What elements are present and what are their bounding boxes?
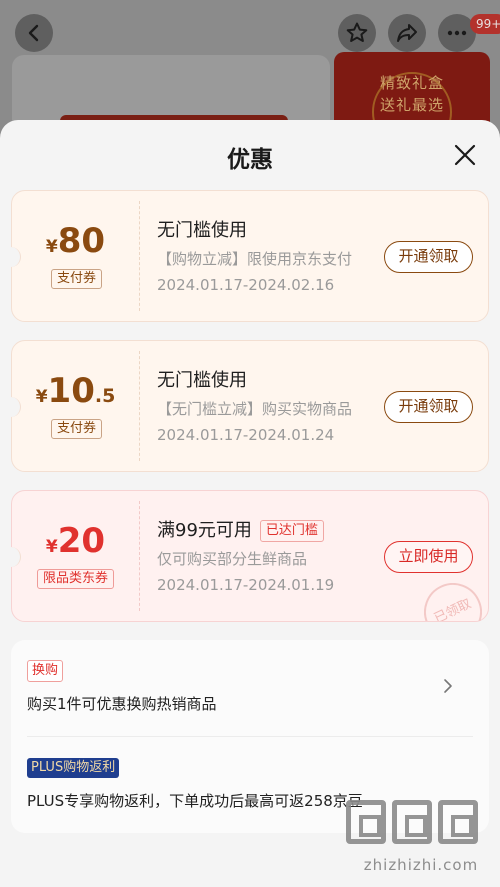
coupon-description: 【购物立减】限使用京东支付: [157, 250, 353, 268]
coupon-title: 无门槛使用: [157, 370, 247, 391]
watermark-text: zhizhizhi.com: [363, 856, 479, 874]
chevron-right-icon: [444, 679, 452, 693]
coupon-validity: 2024.01.17-2024.01.24: [157, 426, 335, 444]
coupon-description: 【无门槛立减】购买实物商品: [157, 400, 353, 418]
share-button[interactable]: [388, 14, 426, 52]
notification-badge: 99+: [470, 14, 500, 34]
coupon-validity: 2024.01.17-2024.01.19: [157, 576, 335, 594]
favorite-button[interactable]: [338, 14, 376, 52]
banner-line-2: 送礼最选: [379, 96, 444, 114]
star-icon: [346, 22, 368, 42]
coupon-card: ¥10.5 支付券 无门槛使用 【无门槛立减】购买实物商品 2024.01.17…: [1, 340, 489, 472]
share-icon: [397, 24, 417, 42]
exchange-badge: 换购: [27, 660, 64, 682]
more-dots-icon: [447, 30, 467, 36]
exchange-detail-link[interactable]: [441, 678, 455, 698]
chevron-left-icon: [28, 24, 39, 42]
watermark: zhizhizhi.com: [346, 800, 496, 880]
watermark-logo-icon: [346, 800, 478, 844]
coupon-amount: ¥80: [45, 221, 106, 261]
coupon-title: 无门槛使用: [157, 220, 247, 241]
coupon-amount: ¥20: [45, 521, 106, 561]
exchange-promo-text[interactable]: 购买1件可优惠换购热销商品: [27, 693, 217, 714]
claim-coupon-button[interactable]: 开通领取: [384, 391, 473, 423]
sheet-title: 优惠: [227, 147, 273, 173]
coupon-title: 满99元可用 已达门槛: [157, 516, 324, 542]
close-icon: [454, 144, 476, 166]
threshold-reached-badge: 已达门槛: [259, 520, 324, 542]
coupon-validity: 2024.01.17-2024.02.16: [157, 276, 335, 294]
plus-rebate-text: PLUS专享购物返利，下单成功后最高可返258京豆: [27, 792, 363, 810]
back-button[interactable]: [15, 14, 53, 52]
coupon-sheet: 优惠 ¥80 支付券 无门槛使用 【购物立减】限使用京东支付 2024.01.1…: [0, 120, 500, 887]
coupon-card: ¥20 限品类东券 满99元可用 已达门槛 仅可购买部分生鲜商品 2024.01.…: [1, 490, 489, 622]
plus-rebate-badge: PLUS购物返利: [27, 758, 120, 778]
coupon-card: ¥80 支付券 无门槛使用 【购物立减】限使用京东支付 2024.01.17-2…: [1, 190, 489, 322]
use-coupon-button[interactable]: 立即使用: [384, 541, 473, 573]
claim-coupon-button[interactable]: 开通领取: [384, 241, 473, 273]
close-button[interactable]: [450, 140, 480, 170]
banner-line-1: 精致礼盒: [379, 74, 444, 92]
coupon-description: 仅可购买部分生鲜商品: [157, 550, 308, 568]
coupon-type-tag: 限品类东券: [37, 569, 115, 589]
divider: [27, 736, 473, 737]
coupon-type-tag: 支付券: [51, 269, 103, 289]
claimed-stamp: 已领取: [424, 583, 482, 621]
coupon-type-tag: 支付券: [51, 419, 103, 439]
coupon-amount: ¥10.5: [35, 371, 116, 411]
